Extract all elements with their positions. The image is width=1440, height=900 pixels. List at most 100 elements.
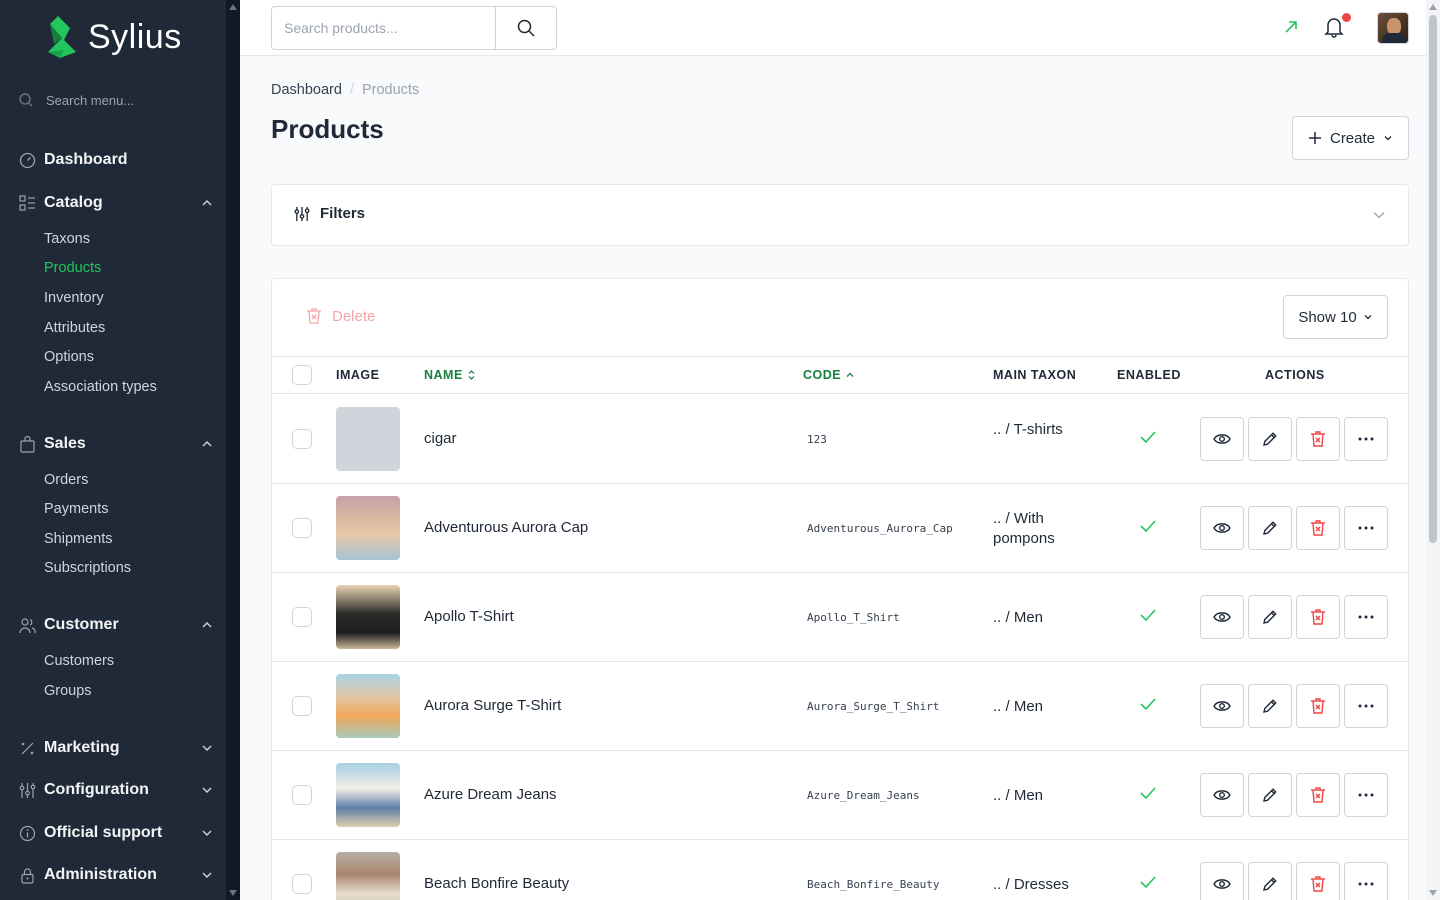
column-image: IMAGE (336, 368, 380, 382)
pencil-icon (1263, 610, 1277, 624)
sidebar-item-inventory[interactable]: Inventory (44, 290, 104, 306)
product-code: Beach_Bonfire_Beauty (807, 878, 940, 891)
edit-button[interactable] (1248, 595, 1292, 639)
search-input[interactable] (272, 7, 495, 49)
nav-dashboard[interactable]: Dashboard (18, 151, 214, 169)
adjustments-icon (294, 206, 310, 221)
pencil-icon (1263, 521, 1277, 535)
sylius-logo[interactable]: Sylius (40, 14, 182, 60)
delete-button[interactable] (1296, 773, 1340, 817)
sidebar-item-subscriptions[interactable]: Subscriptions (44, 560, 131, 576)
more-actions-button[interactable] (1344, 862, 1388, 900)
chevron-down-icon[interactable] (1372, 208, 1386, 222)
product-thumbnail (336, 763, 400, 827)
scroll-down-arrow-icon[interactable] (229, 890, 237, 896)
eye-icon (1213, 790, 1231, 800)
avatar[interactable] (1377, 12, 1409, 44)
trash-x-icon (1311, 609, 1325, 625)
show-button[interactable] (1200, 417, 1244, 461)
sidebar-item-options[interactable]: Options (44, 349, 94, 365)
filters-panel[interactable]: Filters (271, 184, 1409, 246)
row-checkbox[interactable] (292, 696, 312, 716)
product-thumbnail (336, 674, 400, 738)
sidebar-item-products[interactable]: Products (44, 260, 101, 276)
lock-icon (18, 866, 36, 884)
edit-button[interactable] (1248, 773, 1292, 817)
row-checkbox[interactable] (292, 607, 312, 627)
edit-button[interactable] (1248, 506, 1292, 550)
filters-toggle[interactable]: Filters (294, 205, 365, 222)
row-checkbox[interactable] (292, 518, 312, 538)
search-button[interactable] (495, 7, 556, 49)
product-code: Azure_Dream_Jeans (807, 789, 920, 802)
nav-official-support-label: Official support (44, 824, 163, 841)
search-menu[interactable]: Search menu... (18, 92, 134, 108)
nav-configuration[interactable]: Configuration (18, 781, 214, 799)
more-actions-button[interactable] (1344, 506, 1388, 550)
product-main-taxon: .. / Dresses (993, 876, 1069, 893)
row-checkbox[interactable] (292, 874, 312, 894)
sidebar-item-taxons[interactable]: Taxons (44, 231, 90, 247)
trash-x-icon (1311, 431, 1325, 447)
show-button[interactable] (1200, 684, 1244, 728)
sidebar-item-orders[interactable]: Orders (44, 472, 88, 488)
product-main-taxon: .. / Men (993, 787, 1044, 804)
chevron-down-icon (1364, 315, 1372, 320)
sidebar-item-payments[interactable]: Payments (44, 501, 108, 517)
column-name-sort[interactable]: NAME (424, 368, 476, 382)
delete-button[interactable] (1296, 595, 1340, 639)
sidebar-item-groups[interactable]: Groups (44, 683, 92, 699)
row-checkbox[interactable] (292, 785, 312, 805)
delete-button[interactable] (1296, 684, 1340, 728)
sidebar-item-shipments[interactable]: Shipments (44, 531, 113, 547)
show-button[interactable] (1200, 595, 1244, 639)
sort-icon (468, 370, 475, 380)
column-code-sort[interactable]: CODE (803, 368, 855, 382)
product-thumbnail (336, 852, 400, 900)
delete-button[interactable] (1296, 417, 1340, 461)
page-scrollbar[interactable] (1426, 0, 1440, 900)
dots-horizontal-icon (1358, 882, 1374, 886)
show-button[interactable] (1200, 773, 1244, 817)
edit-button[interactable] (1248, 417, 1292, 461)
edit-button[interactable] (1248, 862, 1292, 900)
scroll-up-arrow-icon[interactable] (229, 4, 237, 10)
sidebar-item-customers[interactable]: Customers (44, 653, 114, 669)
search-icon (19, 93, 33, 107)
show-button[interactable] (1200, 506, 1244, 550)
trash-x-icon (1311, 787, 1325, 803)
bulk-delete-button[interactable]: Delete (306, 307, 375, 325)
more-actions-button[interactable] (1344, 595, 1388, 639)
scroll-down-arrow-icon[interactable] (1429, 890, 1437, 896)
nav-official-support[interactable]: Official support (18, 824, 214, 842)
nav-catalog[interactable]: Catalog (18, 194, 214, 212)
scrollbar-thumb[interactable] (1429, 15, 1437, 543)
page-size-label: Show 10 (1298, 308, 1357, 326)
bell-icon[interactable] (1324, 16, 1344, 38)
nav-customer[interactable]: Customer (18, 616, 214, 634)
nav-marketing[interactable]: Marketing (18, 739, 214, 757)
select-all-checkbox[interactable] (292, 365, 312, 385)
delete-button[interactable] (1296, 506, 1340, 550)
more-actions-button[interactable] (1344, 417, 1388, 461)
check-icon (1140, 876, 1156, 889)
delete-button[interactable] (1296, 862, 1340, 900)
create-button[interactable]: Create (1292, 116, 1409, 160)
row-checkbox[interactable] (292, 429, 312, 449)
external-link-icon[interactable] (1282, 18, 1300, 36)
chevron-up-icon (846, 372, 854, 377)
edit-button[interactable] (1248, 684, 1292, 728)
sidebar-scrollbar[interactable] (226, 0, 240, 900)
more-actions-button[interactable] (1344, 773, 1388, 817)
breadcrumb-dashboard[interactable]: Dashboard (271, 82, 342, 98)
more-actions-button[interactable] (1344, 684, 1388, 728)
show-button[interactable] (1200, 862, 1244, 900)
nav-sales[interactable]: Sales (18, 435, 214, 453)
eye-icon (1213, 612, 1231, 622)
trash-x-icon (307, 308, 321, 324)
sidebar-item-attributes[interactable]: Attributes (44, 320, 105, 336)
page-size-dropdown[interactable]: Show 10 (1283, 295, 1388, 339)
sidebar-item-association-types[interactable]: Association types (44, 379, 157, 395)
nav-administration[interactable]: Administration (18, 866, 214, 884)
scroll-up-arrow-icon[interactable] (1429, 4, 1437, 10)
